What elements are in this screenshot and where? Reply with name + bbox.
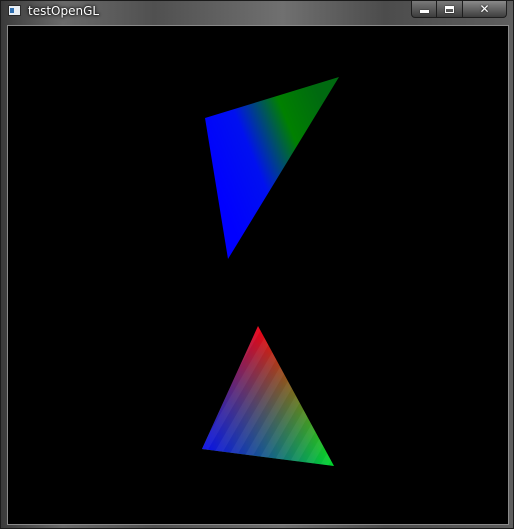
application-window: testOpenGL ✕: [0, 0, 514, 529]
title-bar[interactable]: testOpenGL ✕: [1, 1, 513, 23]
lower-triangle: [202, 326, 334, 466]
close-icon: ✕: [479, 2, 490, 16]
opengl-viewport[interactable]: [7, 25, 509, 525]
maximize-icon: [445, 5, 454, 13]
upper-triangle-face: [205, 77, 339, 259]
window-controls: ✕: [411, 1, 507, 18]
minimize-icon: [419, 10, 429, 13]
window-title: testOpenGL: [28, 4, 100, 18]
app-window-icon[interactable]: [8, 5, 21, 16]
minimize-button[interactable]: [411, 1, 437, 18]
maximize-button[interactable]: [437, 1, 463, 18]
upper-triangle: [205, 77, 339, 259]
lower-triangle-dither: [202, 326, 334, 466]
close-button[interactable]: ✕: [463, 1, 507, 18]
opengl-canvas: [202, 77, 339, 466]
